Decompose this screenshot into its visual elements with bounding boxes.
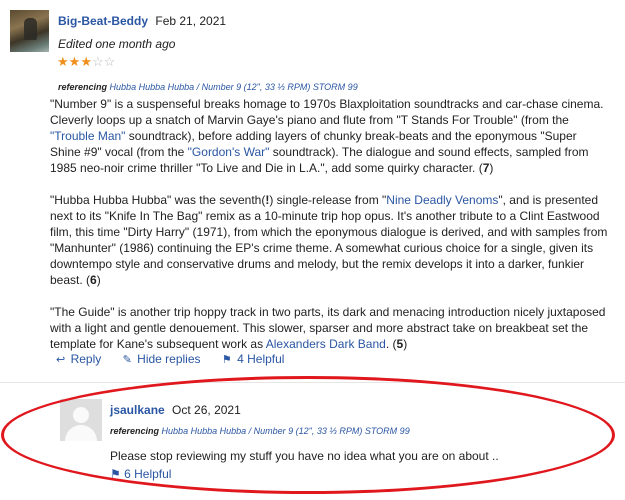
nine-deadly-venoms-link[interactable]: Nine Deadly Venoms xyxy=(386,193,498,207)
gordons-war-link[interactable]: "Gordon's War" xyxy=(188,145,270,159)
divider xyxy=(0,382,625,383)
edited-note: Edited one month ago xyxy=(58,37,176,51)
trouble-man-link[interactable]: "Trouble Man" xyxy=(50,129,125,143)
star-filled-icon: ★ xyxy=(80,54,92,69)
review-paragraph: "Number 9" is a suspenseful breaks homag… xyxy=(50,97,604,175)
review-paragraph: "The Guide" is another trip hoppy track … xyxy=(50,305,606,351)
star-empty-icon: ☆ xyxy=(91,54,104,69)
track-score: 6 xyxy=(90,273,97,287)
star-rating: ★★★☆☆ xyxy=(57,54,115,70)
reply-avatar[interactable] xyxy=(60,399,102,441)
referencing-line: referencing Hubba Hubba Hubba / Number 9… xyxy=(58,82,358,92)
review-date: Feb 21, 2021 xyxy=(155,14,227,28)
hide-replies-button[interactable]: ✎ Hide replies xyxy=(123,352,201,366)
reply-helpful-button[interactable]: ⚑ 6 Helpful xyxy=(110,467,171,481)
reply-username[interactable]: jsaulkane xyxy=(110,403,165,417)
star-filled-icon: ★ xyxy=(68,54,81,69)
star-empty-icon: ☆ xyxy=(103,54,116,69)
reply-header: jsaulkane Oct 26, 2021 xyxy=(110,403,241,417)
helpful-button[interactable]: ⚑ 4 Helpful xyxy=(222,352,285,366)
alexanders-dark-band-link[interactable]: Alexanders Dark Band xyxy=(266,337,386,351)
reply-release-link[interactable]: Hubba Hubba Hubba / Number 9 (12", 33 ⅓ … xyxy=(162,426,410,436)
reply-text: Please stop reviewing my stuff you have … xyxy=(110,449,499,463)
release-link[interactable]: Hubba Hubba Hubba / Number 9 (12", 33 ⅓ … xyxy=(110,82,358,92)
review-header: Big-Beat-Beddy Feb 21, 2021 xyxy=(58,14,226,28)
avatar[interactable] xyxy=(10,10,49,52)
reply-referencing-line: referencing Hubba Hubba Hubba / Number 9… xyxy=(110,426,410,436)
default-user-icon xyxy=(73,407,89,423)
tag-icon: ⚑ xyxy=(221,354,232,366)
review-actions: ↩ Reply ✎ Hide replies ⚑ 4 Helpful xyxy=(56,352,302,366)
reply-date: Oct 26, 2021 xyxy=(172,403,241,417)
reviewer-username[interactable]: Big-Beat-Beddy xyxy=(58,14,148,28)
referencing-label: referencing xyxy=(110,426,160,436)
review-paragraph: "Hubba Hubba Hubba" was the seventh(!) s… xyxy=(50,193,608,287)
referencing-label: referencing xyxy=(58,82,108,92)
tag-icon: ⚑ xyxy=(110,467,121,481)
reply-button[interactable]: ↩ Reply xyxy=(56,352,101,366)
star-filled-icon: ★ xyxy=(57,54,69,69)
replies-icon: ✎ xyxy=(122,354,132,366)
review-body: "Number 9" is a suspenseful breaks homag… xyxy=(50,96,608,368)
reply-arrow-icon: ↩ xyxy=(56,354,66,366)
